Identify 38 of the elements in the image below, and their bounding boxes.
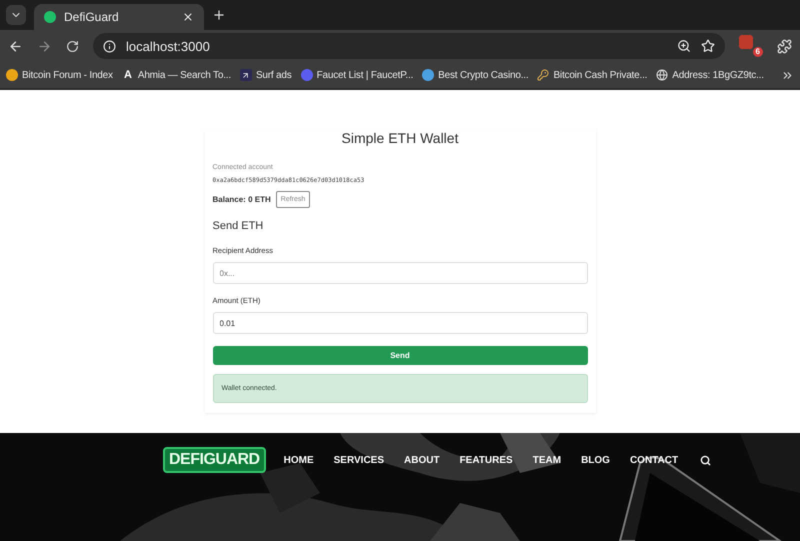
close-icon[interactable] <box>182 11 194 23</box>
bookmark[interactable]: Address: 1BgGZ9tc... <box>656 69 764 81</box>
nav-link[interactable]: HOME <box>284 454 314 466</box>
info-icon[interactable] <box>103 40 116 52</box>
nav-link[interactable]: BLOG <box>581 454 610 466</box>
new-tab-button[interactable] <box>212 8 226 22</box>
nav-link[interactable]: FEATURES <box>460 454 513 466</box>
bookmark[interactable]: Faucet List | FaucetP... <box>300 69 414 81</box>
star-icon[interactable] <box>701 39 715 53</box>
key-icon <box>537 69 550 81</box>
letter-icon: A <box>122 69 134 81</box>
bookmark[interactable]: Bitcoin Cash Private... <box>537 69 648 81</box>
browser-tab[interactable]: DefiGuard <box>34 4 204 30</box>
bookmark[interactable]: Best Crypto Casino... <box>422 69 528 81</box>
bookmark[interactable]: A Ahmia — Search To... <box>122 69 231 81</box>
send-title: Send ETH <box>212 220 264 232</box>
nav-link[interactable]: CONTACT <box>630 454 678 466</box>
tab-menu-button[interactable] <box>6 5 26 25</box>
extension-button[interactable]: 6 <box>739 35 763 57</box>
input-field[interactable]: 0x... <box>212 262 588 284</box>
balance-text: Balance: 0 ETH <box>212 195 271 204</box>
back-icon[interactable] <box>8 38 23 54</box>
send-button[interactable]: Send <box>212 346 588 365</box>
reload-icon[interactable] <box>66 40 79 52</box>
input-field[interactable]: 0.01 <box>212 312 588 334</box>
search-icon[interactable] <box>700 455 711 466</box>
nav-link[interactable]: SERVICES <box>334 454 384 466</box>
forward-icon[interactable] <box>37 38 52 54</box>
nav-link[interactable]: ABOUT <box>404 454 440 466</box>
zoom-icon[interactable] <box>677 39 691 53</box>
logo[interactable]: DEFIGUARD <box>163 447 266 473</box>
puzzle-icon[interactable] <box>777 38 792 54</box>
address-bar[interactable]: localhost:3000 <box>93 33 725 59</box>
nav-link[interactable]: TEAM <box>532 454 562 466</box>
globe-icon <box>656 69 668 81</box>
wallet-title: Simple ETH Wallet <box>340 130 460 146</box>
bookmark[interactable]: Bitcoin Forum - Index <box>6 69 113 81</box>
bookmark[interactable]: Surf ads <box>240 69 292 81</box>
